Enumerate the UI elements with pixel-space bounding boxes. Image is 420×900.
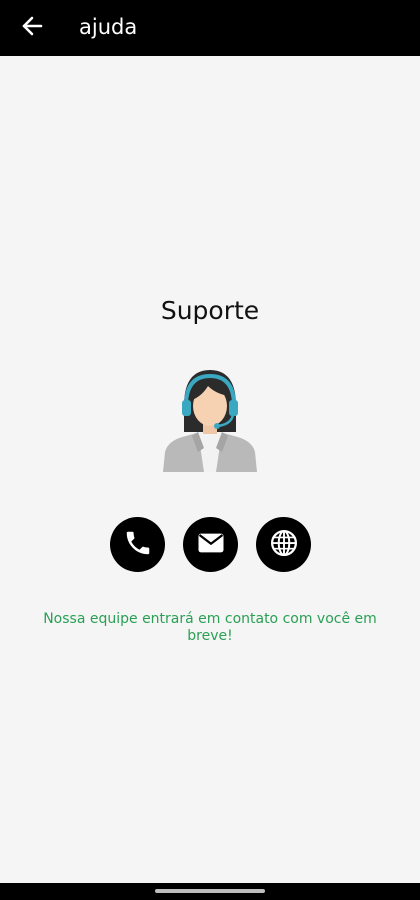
call-button[interactable] <box>110 517 165 572</box>
envelope-icon <box>196 528 226 562</box>
contact-actions <box>110 517 312 573</box>
arrow-left-icon <box>21 16 43 40</box>
app-bar: ajuda <box>0 0 420 56</box>
globe-icon <box>269 528 299 562</box>
contact-message: Nossa equipe entrará em contato com você… <box>43 611 377 644</box>
page-title: Suporte <box>160 296 260 325</box>
system-nav-bar <box>0 883 420 900</box>
phone-icon <box>123 528 153 562</box>
app-bar-title: ajuda <box>79 15 138 39</box>
home-indicator[interactable] <box>155 889 265 893</box>
support-agent-illustration <box>160 366 260 472</box>
email-button[interactable] <box>183 517 238 572</box>
back-button[interactable] <box>14 10 50 46</box>
website-button[interactable] <box>256 517 311 572</box>
